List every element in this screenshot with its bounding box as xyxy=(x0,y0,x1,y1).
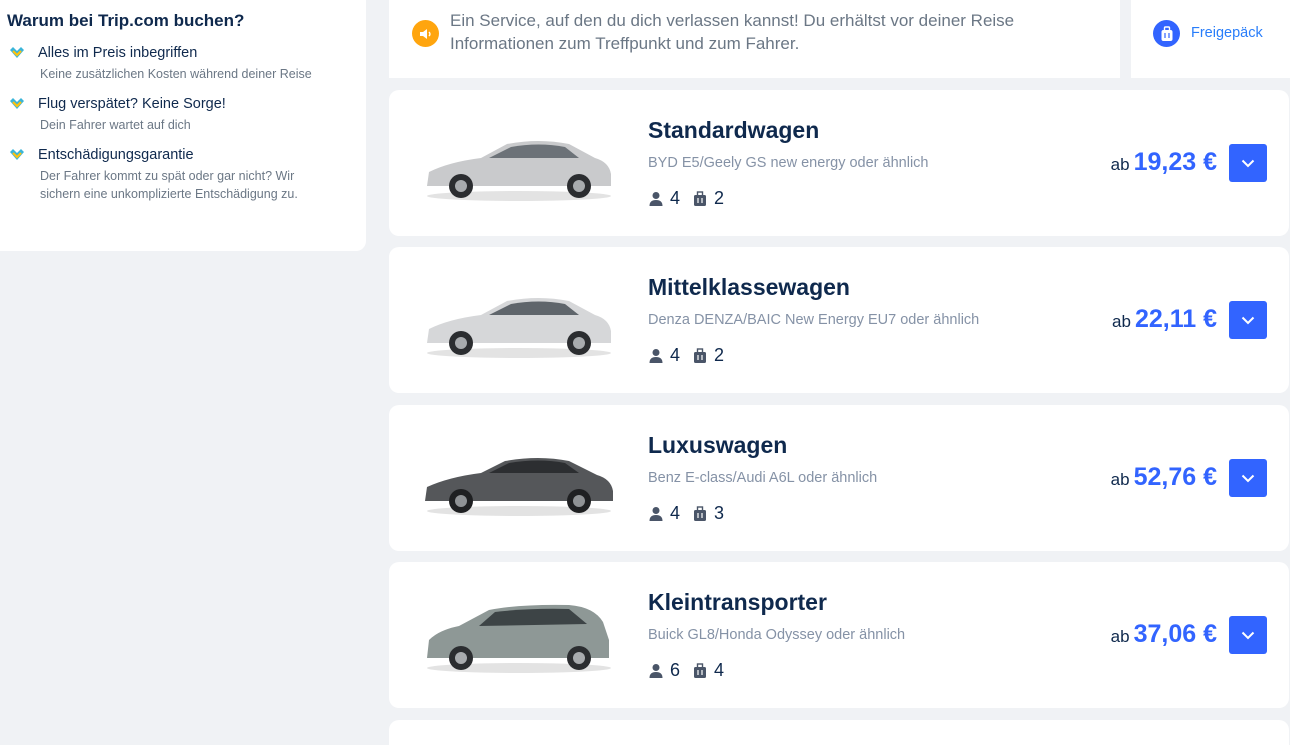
car-name: Luxuswagen xyxy=(648,432,788,458)
expand-button[interactable] xyxy=(1229,616,1267,654)
chevron-down-icon xyxy=(1241,316,1255,324)
car-name: Standardwagen xyxy=(648,117,820,143)
suitcase-icon xyxy=(1153,20,1180,47)
price-prefix: ab xyxy=(1112,312,1131,331)
car-capacity: 6 4 xyxy=(648,660,736,681)
car-models: Buick GL8/Honda Odyssey oder ähnlich xyxy=(648,627,906,643)
chevron-down-icon xyxy=(1241,474,1255,482)
luggage-icon xyxy=(694,505,707,521)
car-card-minivan[interactable]: Kleintransporter Buick GL8/Honda Odyssey… xyxy=(389,562,1289,708)
luggage-icon xyxy=(694,190,707,206)
luggage-icon xyxy=(694,662,707,678)
notice-text: Ein Service, auf den du dich verlassen k… xyxy=(450,11,1015,53)
price-value: 37,06 € xyxy=(1133,620,1217,648)
car-capacity: 4 2 xyxy=(648,345,736,366)
car-models: Benz E-class/Audi A6L oder ähnlich xyxy=(648,470,878,486)
feature-desc: Keine zusätzlichen Kosten während deiner… xyxy=(40,67,312,81)
passenger-count: 6 xyxy=(670,660,681,680)
service-notice: Ein Service, auf den du dich verlassen k… xyxy=(389,0,1120,78)
car-card-midsize[interactable]: Mittelklassewagen Denza DENZA/BAIC New E… xyxy=(389,247,1289,393)
car-name: Kleintransporter xyxy=(648,589,827,615)
car-name: Mittelklassewagen xyxy=(648,274,850,300)
luggage-count: 2 xyxy=(714,345,725,365)
expand-button[interactable] xyxy=(1229,301,1267,339)
feature-title: Entschädigungsgarantie xyxy=(38,147,194,163)
heart-check-icon xyxy=(10,47,24,58)
feature-item: Flug verspätet? Keine Sorge! Dein Fahrer… xyxy=(7,95,366,134)
price-prefix: ab xyxy=(1110,627,1130,646)
free-luggage-label: Freigepäck xyxy=(1191,25,1263,41)
sedan-image xyxy=(427,298,611,358)
speaker-icon xyxy=(412,20,439,47)
car-price: ab 37,06 € xyxy=(1111,620,1217,649)
sedan-image xyxy=(425,458,613,516)
passenger-count: 4 xyxy=(670,188,681,208)
free-luggage-link[interactable]: Freigepäck xyxy=(1131,0,1290,78)
car-card-standard[interactable]: Standardwagen BYD E5/Geely GS new energy… xyxy=(389,90,1289,236)
person-icon xyxy=(649,663,663,678)
price-prefix: ab xyxy=(1110,155,1130,174)
luggage-icon xyxy=(694,347,707,363)
person-icon xyxy=(649,348,663,363)
heart-check-icon xyxy=(10,98,24,109)
price-value: 19,23 € xyxy=(1133,148,1217,176)
car-card-luxury[interactable]: Luxuswagen Benz E-class/Audi A6L oder äh… xyxy=(389,405,1289,551)
price-value: 52,76 € xyxy=(1133,463,1217,491)
expand-button[interactable] xyxy=(1229,459,1267,497)
price-value: 22,11 € xyxy=(1134,305,1217,333)
luggage-count: 4 xyxy=(714,660,725,680)
car-models: BYD E5/Geely GS new energy oder ähnlich xyxy=(648,155,929,171)
car-price: ab 52,76 € xyxy=(1111,463,1217,492)
car-price: ab 19,23 € xyxy=(1111,148,1217,177)
chevron-down-icon xyxy=(1241,159,1255,167)
car-card-partial[interactable] xyxy=(389,720,1289,745)
feature-desc: Der Fahrer kommt zu spät oder gar nicht?… xyxy=(40,169,298,201)
car-models: Denza DENZA/BAIC New Energy EU7 oder ähn… xyxy=(648,312,980,328)
car-capacity: 4 2 xyxy=(648,188,736,209)
luggage-count: 2 xyxy=(714,188,725,208)
feature-title: Flug verspätet? Keine Sorge! xyxy=(38,96,226,112)
minivan-image xyxy=(427,604,611,673)
why-book-panel: Warum bei Trip.com buchen? Alles im Prei… xyxy=(0,0,366,251)
heart-check-icon xyxy=(10,149,24,160)
passenger-count: 4 xyxy=(670,345,681,365)
car-capacity: 4 3 xyxy=(648,503,736,524)
passenger-count: 4 xyxy=(670,503,681,523)
expand-button[interactable] xyxy=(1229,144,1267,182)
feature-desc: Dein Fahrer wartet auf dich xyxy=(40,118,191,132)
person-icon xyxy=(649,506,663,521)
price-prefix: ab xyxy=(1110,470,1130,489)
feature-item: Alles im Preis inbegriffen Keine zusätzl… xyxy=(7,44,366,83)
person-icon xyxy=(649,191,663,206)
luggage-count: 3 xyxy=(714,503,725,523)
sedan-image xyxy=(427,141,611,201)
why-book-title: Warum bei Trip.com buchen? xyxy=(7,11,245,30)
chevron-down-icon xyxy=(1241,631,1255,639)
car-price: ab 22,11 € xyxy=(1112,305,1217,334)
feature-item: Entschädigungsgarantie Der Fahrer kommt … xyxy=(7,146,366,203)
feature-title: Alles im Preis inbegriffen xyxy=(38,45,198,61)
